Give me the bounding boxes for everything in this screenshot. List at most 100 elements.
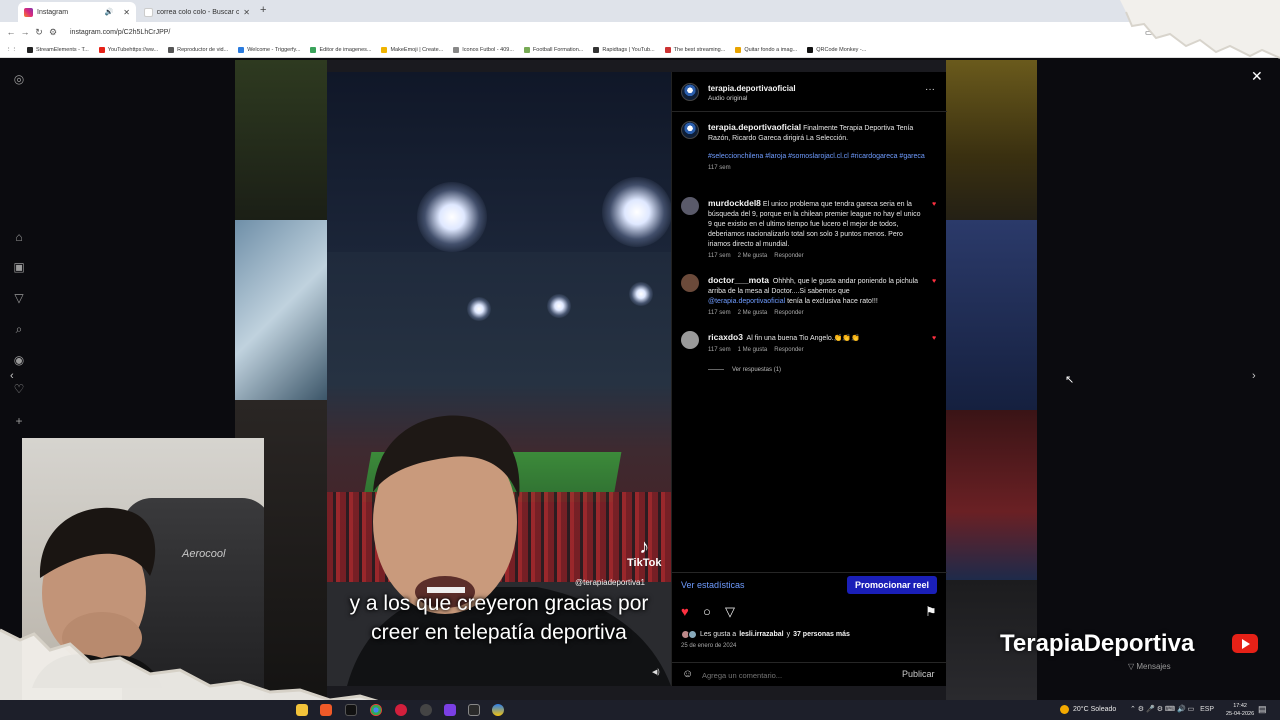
comment-mention[interactable]: @terapia.deportivaoficial bbox=[708, 298, 785, 305]
comment-heart-icon[interactable]: ♥ bbox=[932, 335, 936, 342]
comment-time: 117 sem bbox=[708, 347, 731, 353]
close-icon[interactable]: ✕ bbox=[1251, 68, 1263, 85]
likes-user[interactable]: lesli.irrazabal bbox=[739, 631, 783, 638]
caption-username[interactable]: terapia.deportivaoficial bbox=[708, 122, 801, 132]
tiktok-watermark: ♪ TikTok bbox=[627, 537, 661, 569]
obs-icon[interactable] bbox=[420, 704, 432, 716]
bookmark-item[interactable]: Welcome - Triggerfy... bbox=[238, 46, 300, 53]
app-icon[interactable] bbox=[492, 704, 504, 716]
chrome-icon[interactable] bbox=[370, 704, 382, 716]
likes-others[interactable]: 37 personas más bbox=[793, 631, 850, 638]
weather-widget[interactable]: 20°C Soleado bbox=[1060, 705, 1116, 714]
more-options-icon[interactable]: ··· bbox=[925, 84, 935, 95]
reels-icon[interactable]: ▣ bbox=[12, 260, 26, 274]
comment-likes[interactable]: 2 Me gusta bbox=[738, 310, 768, 316]
hashtags[interactable]: #seleccionchilena #laroja #somoslarojacl… bbox=[708, 152, 926, 162]
share-icon[interactable]: ▽ bbox=[725, 604, 735, 620]
volume-icon[interactable]: ◀) bbox=[652, 668, 660, 676]
avatar[interactable] bbox=[681, 121, 699, 139]
save-bookmark-icon[interactable]: ⚑ bbox=[925, 604, 937, 620]
publish-button[interactable]: Publicar bbox=[902, 669, 935, 679]
next-arrow-icon[interactable]: › bbox=[1252, 370, 1256, 382]
clock[interactable]: 17:42 25-04-2026 bbox=[1226, 702, 1254, 718]
system-tray[interactable]: ⌃ ⚙ 🎤 ⚙ ⌨ 🔊 ▭ ESP bbox=[1130, 705, 1214, 713]
comment-heart-icon[interactable]: ♥ bbox=[932, 278, 936, 285]
forward-icon[interactable]: → bbox=[18, 27, 32, 37]
comment-heart-icon[interactable]: ♥ bbox=[932, 201, 936, 208]
chair-brand: Aerocool bbox=[182, 548, 226, 560]
previous-arrow-icon[interactable]: ‹ bbox=[10, 370, 14, 382]
channel-brand: TerapiaDeportiva bbox=[1000, 630, 1195, 657]
search-icon[interactable]: ⌕ bbox=[12, 322, 26, 336]
weather-text: 20°C Soleado bbox=[1073, 706, 1117, 713]
promote-reel-button[interactable]: Promocionar reel bbox=[847, 576, 937, 594]
direct-icon[interactable]: ▽ bbox=[12, 291, 26, 305]
bookmark-item[interactable]: QRCode Monkey -... bbox=[807, 46, 866, 53]
bg-tile bbox=[235, 220, 327, 400]
stadium-light bbox=[602, 177, 671, 247]
stadium-light bbox=[547, 294, 571, 318]
app-icon[interactable] bbox=[468, 704, 480, 716]
url-field[interactable]: instagram.com/p/C2h5LhCrJPP/ bbox=[70, 29, 170, 36]
explore-icon[interactable]: ◉ bbox=[12, 353, 26, 367]
reload-icon[interactable]: ↻ bbox=[32, 27, 46, 38]
avatar[interactable] bbox=[681, 331, 699, 349]
reply-button[interactable]: Responder bbox=[774, 310, 803, 316]
bookmark-item[interactable]: Reproductor de vid... bbox=[168, 46, 228, 53]
create-icon[interactable]: + bbox=[12, 414, 26, 428]
tiktok-app-icon[interactable] bbox=[345, 704, 357, 716]
video-caption: y a los que creyeron gracias por creer e… bbox=[349, 592, 649, 644]
browser-tab-bar: Instagram 🔊 ✕ correa colo colo - Buscar … bbox=[0, 0, 1280, 22]
bookmark-item[interactable]: MakeEmoji | Create... bbox=[381, 46, 443, 53]
site-info-icon[interactable]: ⚙ bbox=[46, 27, 60, 38]
back-icon[interactable]: ← bbox=[4, 27, 18, 37]
reel-actions-bar: Ver estadísticas Promocionar reel bbox=[672, 572, 947, 596]
close-tab-icon[interactable]: ✕ bbox=[243, 8, 250, 17]
bookmark-item[interactable]: The best streaming... bbox=[664, 46, 725, 53]
comment-username[interactable]: murdockdel8 bbox=[708, 198, 761, 208]
reply-button[interactable]: Responder bbox=[774, 347, 803, 353]
app-icon[interactable] bbox=[395, 704, 407, 716]
reply-button[interactable]: Responder bbox=[774, 253, 803, 259]
messages-label[interactable]: ▽ Mensajes bbox=[1128, 662, 1171, 671]
file-explorer-icon[interactable] bbox=[296, 704, 308, 716]
comment-icon[interactable]: ○ bbox=[703, 604, 711, 619]
comment-likes[interactable]: 1 Me gusta bbox=[738, 347, 768, 353]
view-replies-button[interactable]: Ver respuestas (1) bbox=[708, 367, 781, 373]
apps-icon[interactable]: ⋮⋮ bbox=[6, 47, 17, 53]
post-header: terapia.deportivaoficial Audio original … bbox=[672, 72, 947, 112]
avatar[interactable] bbox=[681, 197, 699, 215]
emoji-icon[interactable]: ☺ bbox=[682, 668, 693, 680]
likes-summary[interactable]: Les gusta a lesli.irrazabal y 37 persona… bbox=[681, 630, 850, 639]
like-heart-icon[interactable]: ♥ bbox=[681, 604, 689, 619]
comment-input[interactable] bbox=[702, 669, 882, 681]
avatar[interactable] bbox=[681, 83, 699, 101]
bookmark-item[interactable]: YouTubehttps://ww... bbox=[98, 46, 158, 53]
app-icon[interactable] bbox=[444, 704, 456, 716]
comment-username[interactable]: doctor___mota bbox=[708, 275, 769, 285]
avatar[interactable] bbox=[681, 274, 699, 292]
instagram-logo-icon[interactable]: ◎ bbox=[12, 72, 26, 86]
bookmark-item[interactable]: Editor de imagenes... bbox=[310, 46, 371, 53]
notifications-icon[interactable]: ♡ bbox=[12, 382, 26, 396]
notifications-icon[interactable]: ▤ bbox=[1258, 704, 1267, 715]
tab-google-search[interactable]: correa colo colo - Buscar con G ✕ bbox=[138, 2, 256, 22]
view-stats-link[interactable]: Ver estadísticas bbox=[681, 580, 745, 590]
bookmark-item[interactable]: Football Formation... bbox=[523, 46, 583, 53]
language-indicator[interactable]: ESP bbox=[1200, 706, 1214, 713]
close-tab-icon[interactable]: ✕ bbox=[123, 8, 130, 17]
brave-icon[interactable] bbox=[320, 704, 332, 716]
comment-username[interactable]: ricaxdo3 bbox=[708, 332, 743, 342]
bookmark-item[interactable]: Iconos Futbol - 409... bbox=[453, 46, 514, 53]
likes-and: y bbox=[786, 631, 791, 638]
tab-instagram[interactable]: Instagram 🔊 ✕ bbox=[18, 2, 136, 22]
post-username[interactable]: terapia.deportivaoficial bbox=[708, 84, 796, 93]
bookmark-item[interactable]: Quitar fondo a imag... bbox=[735, 46, 797, 53]
home-icon[interactable]: ⌂ bbox=[12, 230, 26, 244]
reel-video[interactable]: ♪ TikTok @terapiadeportiva1 y a los que … bbox=[327, 72, 671, 686]
new-tab-icon[interactable]: + bbox=[260, 4, 266, 16]
bookmark-item[interactable]: Rapidtags | YouTub... bbox=[593, 46, 655, 53]
comment-likes[interactable]: 2 Me gusta bbox=[738, 253, 768, 259]
audio-label[interactable]: Audio original bbox=[708, 95, 747, 102]
bookmark-item[interactable]: StreamElements - T... bbox=[27, 46, 89, 53]
